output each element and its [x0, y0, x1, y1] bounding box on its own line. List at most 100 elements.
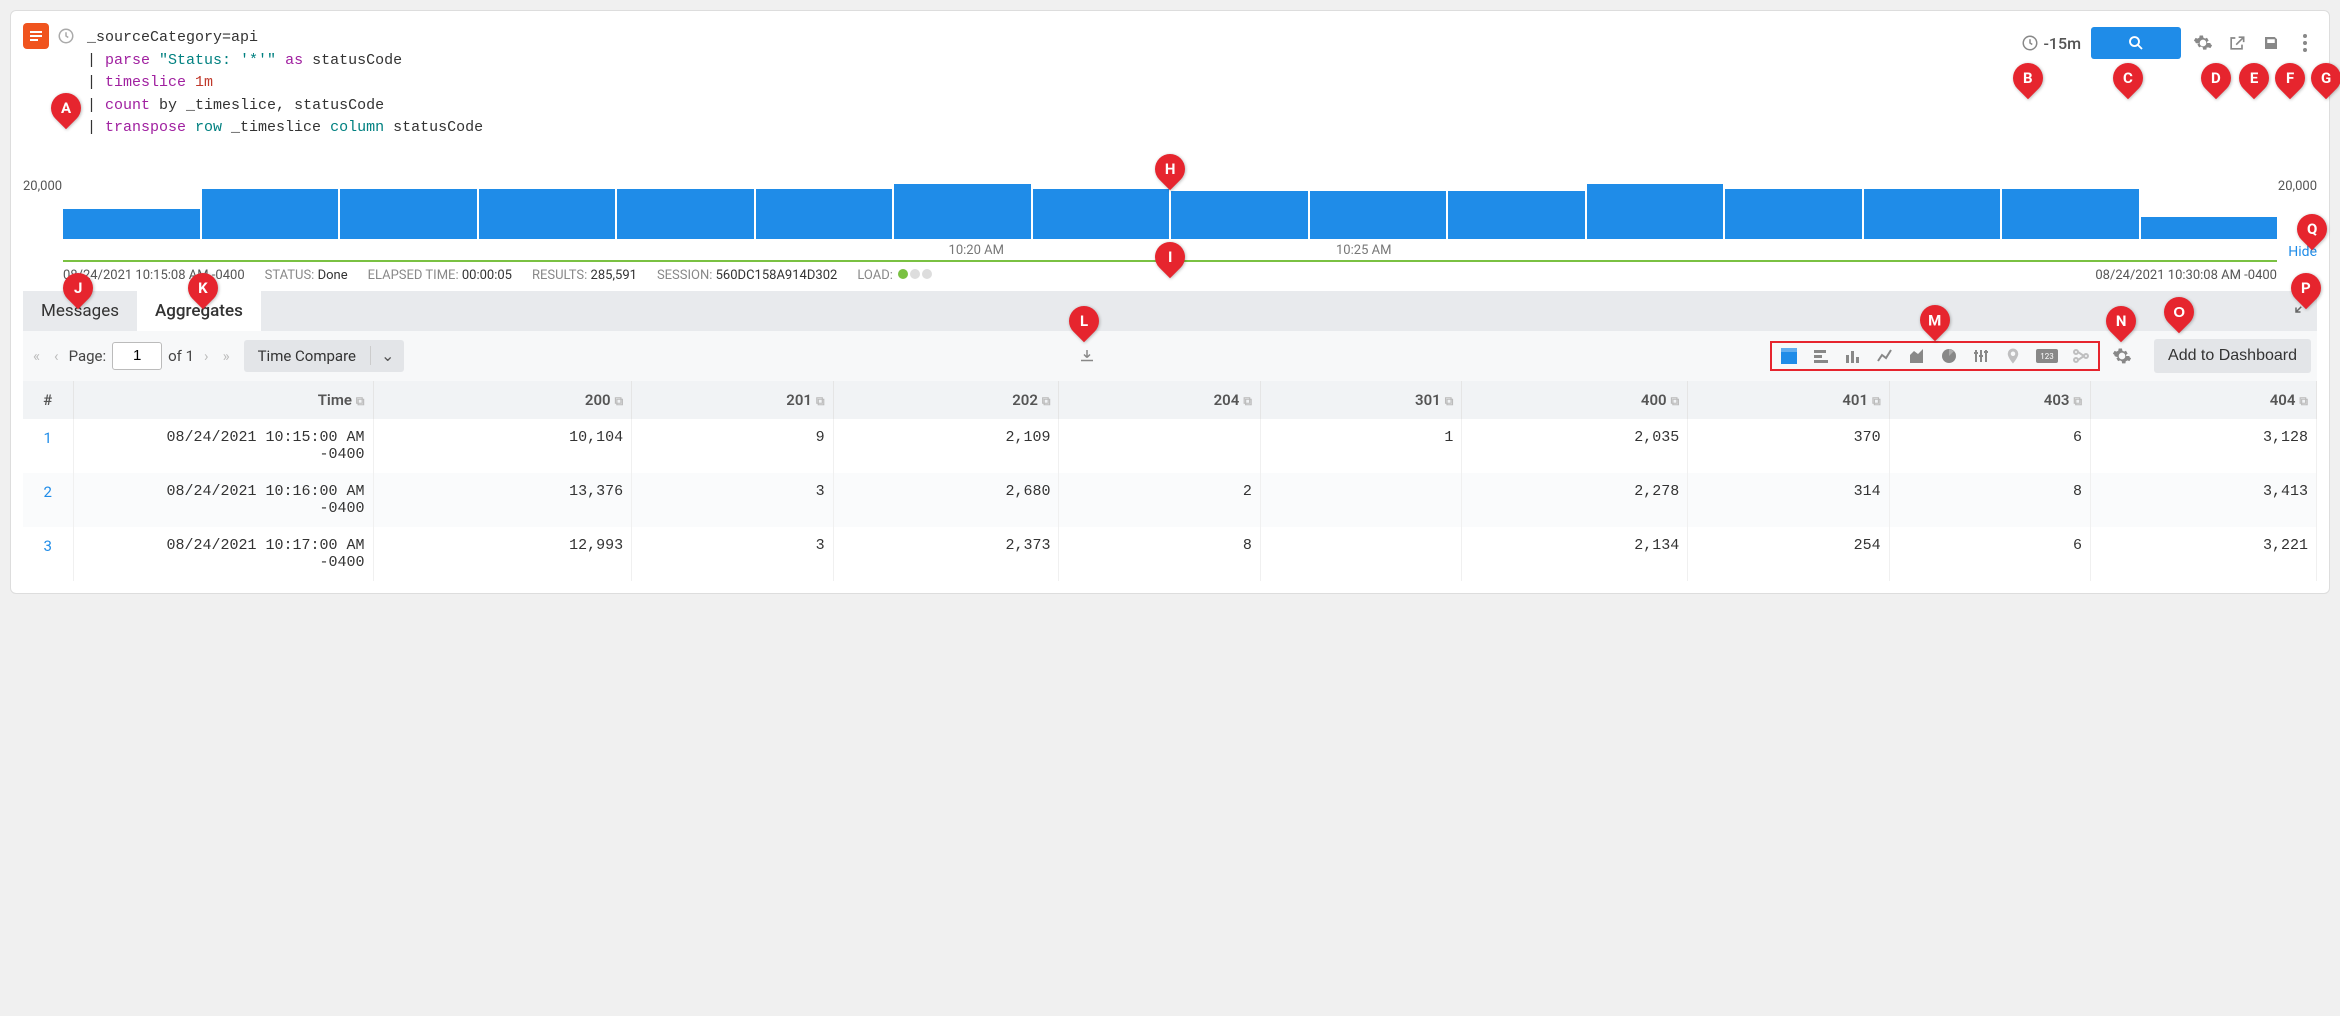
table-cell: 3,413	[2091, 473, 2317, 527]
histogram-bar[interactable]	[1725, 189, 1862, 239]
bar-v-icon[interactable]	[1844, 347, 1862, 365]
more-icon[interactable]	[2293, 31, 2317, 55]
table-cell	[1260, 473, 1461, 527]
histogram-bar[interactable]	[1864, 189, 2001, 239]
column-header[interactable]: #	[23, 381, 73, 419]
table-cell: 6	[1889, 527, 2090, 581]
time-range-bar[interactable]: I	[63, 260, 2277, 262]
boxplot-icon[interactable]	[1972, 347, 1990, 365]
column-header[interactable]: 204⧉	[1059, 381, 1260, 419]
histogram[interactable]: 20,000 20,000 H Hide Q	[23, 184, 2317, 239]
histogram-bar[interactable]	[2002, 189, 2139, 239]
copy-icon[interactable]: ⧉	[356, 394, 365, 408]
copy-icon[interactable]: ⧉	[1042, 394, 1051, 408]
y-axis-left: 20,000	[23, 179, 62, 194]
next-page-icon[interactable]: ›	[200, 347, 213, 365]
histogram-bar[interactable]	[1033, 189, 1170, 239]
clock-icon	[2021, 34, 2039, 52]
query-text: _sourceCategory=	[87, 29, 231, 46]
prev-page-icon[interactable]: ‹	[50, 347, 63, 365]
last-page-icon[interactable]: »	[219, 347, 234, 365]
page-input[interactable]	[112, 342, 162, 370]
bar-h-icon[interactable]	[1812, 347, 1830, 365]
single-value-icon[interactable]: 123	[2036, 349, 2058, 363]
table-cell: 10,104	[373, 419, 632, 473]
callout-d: D	[2212, 69, 2222, 87]
callout-e: E	[2250, 69, 2258, 87]
sankey-icon[interactable]	[2072, 347, 2090, 365]
search-icon	[2127, 34, 2145, 52]
history-icon[interactable]	[53, 23, 79, 49]
chart-type-selector: 123 M	[1770, 341, 2100, 371]
table-cell: 2,134	[1462, 527, 1688, 581]
time-range-value: -15m	[2043, 34, 2081, 53]
copy-icon[interactable]: ⧉	[2073, 394, 2082, 408]
histogram-bar[interactable]	[894, 184, 1031, 239]
table-cell: 2,035	[1462, 419, 1688, 473]
callout-g: G	[2321, 69, 2331, 87]
download-icon[interactable]: L	[1075, 344, 1099, 368]
copy-icon[interactable]: ⧉	[816, 394, 825, 408]
gear-icon[interactable]	[2191, 31, 2215, 55]
column-header[interactable]: 200⧉	[373, 381, 632, 419]
table-cell: 1	[23, 419, 73, 473]
callout-m: M	[1928, 311, 1941, 329]
table-cell: 08/24/2021 10:15:00 AM-0400	[73, 419, 373, 473]
table-cell: 3	[632, 473, 833, 527]
column-header[interactable]: 201⧉	[632, 381, 833, 419]
line-icon[interactable]	[1876, 347, 1894, 365]
histogram-bar[interactable]	[617, 189, 754, 239]
table-cell: 370	[1688, 419, 1889, 473]
histogram-bar[interactable]	[63, 209, 200, 239]
callout-k: K	[198, 279, 208, 297]
search-button[interactable]	[2091, 27, 2181, 59]
column-header[interactable]: Time⧉	[73, 381, 373, 419]
query-editor[interactable]: _sourceCategory=api | parse "Status: '*'…	[87, 23, 2013, 144]
copy-icon[interactable]: ⧉	[1872, 394, 1881, 408]
add-to-dashboard-button[interactable]: Add to Dashboard O	[2154, 339, 2311, 373]
logs-mode-icon[interactable]	[23, 23, 49, 49]
area-icon[interactable]	[1908, 347, 1926, 365]
histogram-bar[interactable]	[479, 189, 616, 239]
column-header[interactable]: 301⧉	[1260, 381, 1461, 419]
table-view-icon[interactable]	[1780, 347, 1798, 365]
pie-icon[interactable]	[1940, 347, 1958, 365]
share-icon[interactable]	[2225, 31, 2249, 55]
results-table: #Time⧉200⧉201⧉202⧉204⧉301⧉400⧉401⧉403⧉40…	[23, 381, 2317, 581]
callout-o: O	[2173, 303, 2185, 320]
table-cell: 3,221	[2091, 527, 2317, 581]
histogram-bar[interactable]	[1587, 184, 1724, 239]
time-compare-button[interactable]: Time Compare ⌄	[244, 340, 405, 372]
table-row: 208/24/2021 10:16:00 AM-040013,37632,680…	[23, 473, 2317, 527]
table-cell: 2,109	[833, 419, 1059, 473]
copy-icon[interactable]: ⧉	[1445, 394, 1454, 408]
time-range-picker[interactable]: -15m	[2021, 34, 2081, 53]
copy-icon[interactable]: ⧉	[1671, 394, 1680, 408]
copy-icon[interactable]: ⧉	[615, 394, 624, 408]
column-header[interactable]: 403⧉	[1889, 381, 2090, 419]
table-cell: 08/24/2021 10:17:00 AM-0400	[73, 527, 373, 581]
callout-j: J	[74, 279, 82, 297]
histogram-bar[interactable]	[1171, 191, 1308, 239]
settings-icon[interactable]: N	[2110, 344, 2134, 368]
map-pin-icon[interactable]	[2004, 347, 2022, 365]
table-cell	[1260, 527, 1461, 581]
column-header[interactable]: 404⧉	[2091, 381, 2317, 419]
copy-icon[interactable]: ⧉	[1243, 394, 1252, 408]
histogram-bar[interactable]	[340, 189, 477, 239]
histogram-bar[interactable]	[202, 189, 339, 239]
copy-icon[interactable]: ⧉	[2299, 394, 2308, 408]
histogram-bar[interactable]	[2141, 217, 2278, 239]
first-page-icon[interactable]: «	[29, 347, 44, 365]
column-header[interactable]: 400⧉	[1462, 381, 1688, 419]
callout-q: Q	[2307, 220, 2317, 238]
callout-h: H	[1165, 160, 1176, 178]
callout-b: B	[2024, 69, 2034, 87]
column-header[interactable]: 202⧉	[833, 381, 1059, 419]
table-cell: 3	[23, 527, 73, 581]
histogram-bar[interactable]	[1448, 191, 1585, 239]
histogram-bar[interactable]	[756, 189, 893, 239]
histogram-bar[interactable]	[1310, 191, 1447, 239]
save-icon[interactable]	[2259, 31, 2283, 55]
column-header[interactable]: 401⧉	[1688, 381, 1889, 419]
